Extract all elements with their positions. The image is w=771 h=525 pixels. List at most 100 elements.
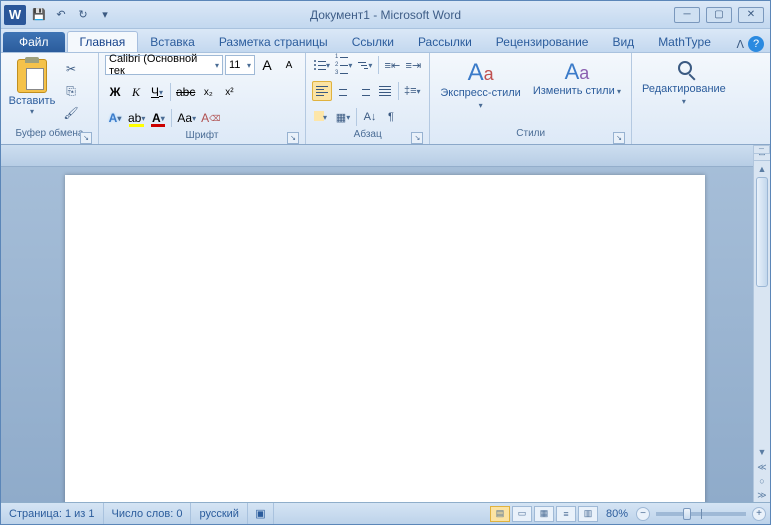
align-center-button[interactable] (333, 81, 353, 101)
group-font: Calibri (Основной тек▾ 11▾ A A Ж К Ч▾ ab… (99, 53, 306, 144)
tab-view[interactable]: Вид (600, 32, 646, 52)
increase-indent-button[interactable]: ≡⇥ (403, 55, 423, 75)
dialog-launcher-icon[interactable]: ↘ (80, 132, 92, 144)
font-name-selector[interactable]: Calibri (Основной тек▾ (105, 55, 223, 75)
print-layout-view-button[interactable]: ▤ (490, 506, 510, 522)
maximize-button[interactable]: ▢ (706, 7, 732, 23)
change-styles-button[interactable]: Aa Изменить стили ▾ (529, 55, 625, 97)
window-title: Документ1 - Microsoft Word (310, 8, 461, 22)
document-area: ─ ⊟ ▲ ▼ ≪ ○ ≫ (1, 145, 770, 502)
tab-mailings[interactable]: Рассылки (406, 32, 484, 52)
outline-view-button[interactable]: ≡ (556, 506, 576, 522)
undo-button[interactable]: ↶ (51, 5, 71, 25)
dialog-launcher-icon[interactable]: ↘ (287, 132, 299, 144)
styles-icon: Aa (468, 59, 494, 87)
chevron-down-icon: ▾ (30, 107, 34, 116)
shrink-font-button[interactable]: A (279, 55, 299, 75)
underline-button[interactable]: Ч▾ (147, 82, 167, 102)
font-size-selector[interactable]: 11▾ (225, 55, 255, 75)
macro-record-icon[interactable]: ▣ (248, 503, 274, 524)
quick-access-toolbar: 💾 ↶ ↻ ▾ (29, 5, 115, 25)
vertical-scrollbar[interactable]: ⊟ ▲ ▼ ≪ ○ ≫ (753, 145, 770, 502)
text-effects-button[interactable]: A▾ (105, 108, 125, 128)
editing-button[interactable]: Редактирование▾ (638, 55, 730, 107)
app-icon[interactable]: W (4, 5, 26, 25)
chevron-down-icon: ▾ (215, 61, 219, 70)
grow-font-button[interactable]: A (257, 55, 277, 75)
sort-button[interactable]: A↓ (360, 107, 380, 127)
change-styles-icon: Aa (565, 59, 590, 85)
tab-file[interactable]: Файл (3, 32, 65, 52)
paste-button[interactable]: Вставить ▾ (7, 55, 57, 116)
dialog-launcher-icon[interactable]: ↘ (613, 132, 625, 144)
help-icon[interactable]: ? (748, 36, 764, 52)
clear-formatting-button[interactable]: A⌫ (199, 108, 222, 128)
dialog-launcher-icon[interactable]: ↘ (411, 132, 423, 144)
copy-button[interactable]: ⎘ (61, 81, 81, 101)
tab-review[interactable]: Рецензирование (484, 32, 601, 52)
bullets-button[interactable]: ▾ (312, 55, 332, 75)
bold-button[interactable]: Ж (105, 82, 125, 102)
qat-customize-button[interactable]: ▾ (95, 5, 115, 25)
scroll-down-icon[interactable]: ▼ (754, 444, 770, 460)
chevron-down-icon: ▾ (247, 61, 251, 70)
zoom-thumb[interactable] (683, 508, 691, 520)
group-paragraph: ▾ 123▾ ▾ ≡⇤ ≡⇥ ‡≡▾ ▾ ▦▾ A↓ ¶ (306, 53, 430, 144)
document-page[interactable] (65, 175, 705, 502)
browse-object-icon[interactable]: ○ (754, 474, 770, 488)
web-layout-view-button[interactable]: ▦ (534, 506, 554, 522)
save-button[interactable]: 💾 (29, 5, 49, 25)
line-spacing-button[interactable]: ‡≡▾ (402, 81, 423, 101)
format-painter-button[interactable]: 🖌 (61, 103, 81, 123)
italic-button[interactable]: К (126, 82, 146, 102)
quick-styles-button[interactable]: Aa Экспресс-стили▾ (436, 55, 524, 111)
align-left-button[interactable] (312, 81, 332, 101)
group-label: Абзац ↘ (312, 129, 423, 144)
tab-mathtype[interactable]: MathType (646, 32, 723, 52)
scroll-up-icon[interactable]: ▲ (754, 161, 770, 177)
subscript-button[interactable]: x₂ (198, 82, 218, 102)
redo-button[interactable]: ↻ (73, 5, 93, 25)
borders-button[interactable]: ▦▾ (333, 107, 353, 127)
show-marks-button[interactable]: ¶ (381, 107, 401, 127)
group-label: Буфер обмена ↘ (7, 128, 92, 144)
superscript-button[interactable]: x² (219, 82, 239, 102)
language-status[interactable]: русский (191, 503, 247, 524)
tab-home[interactable]: Главная (67, 31, 139, 52)
font-color-button[interactable]: A▾ (148, 108, 168, 128)
word-count[interactable]: Число слов: 0 (104, 503, 192, 524)
zoom-level[interactable]: 80% (600, 508, 634, 520)
title-bar: W 💾 ↶ ↻ ▾ Документ1 - Microsoft Word ─ ▢… (1, 1, 770, 29)
page-status[interactable]: Страница: 1 из 1 (1, 503, 104, 524)
tab-insert[interactable]: Вставка (138, 32, 207, 52)
zoom-out-button[interactable]: − (636, 507, 650, 521)
fullscreen-reading-view-button[interactable]: ▭ (512, 506, 532, 522)
group-editing: Редактирование▾ (632, 53, 736, 144)
cut-button[interactable]: ✂ (61, 59, 81, 79)
prev-page-icon[interactable]: ≪ (754, 460, 770, 474)
collapse-ribbon-icon[interactable]: ᐱ (736, 38, 744, 51)
strikethrough-button[interactable]: abc (174, 82, 197, 102)
paste-icon (17, 59, 47, 93)
change-case-button[interactable]: Aa▾ (175, 108, 198, 128)
shading-button[interactable]: ▾ (312, 107, 332, 127)
tab-pagelayout[interactable]: Разметка страницы (207, 32, 340, 52)
next-page-icon[interactable]: ≫ (754, 488, 770, 502)
highlight-button[interactable]: ab▾ (126, 108, 147, 128)
multilevel-list-button[interactable]: ▾ (355, 55, 375, 75)
tab-references[interactable]: Ссылки (340, 32, 406, 52)
zoom-slider[interactable] (656, 512, 746, 516)
numbering-button[interactable]: 123▾ (333, 55, 354, 75)
group-label: Шрифт ↘ (105, 130, 299, 144)
minimize-button[interactable]: ─ (674, 7, 700, 23)
split-handle[interactable]: ─ (753, 145, 770, 154)
draft-view-button[interactable]: ▥ (578, 506, 598, 522)
ribbon: Вставить ▾ ✂ ⎘ 🖌 Буфер обмена ↘ Calibri … (1, 53, 770, 145)
justify-button[interactable] (375, 81, 395, 101)
decrease-indent-button[interactable]: ≡⇤ (382, 55, 402, 75)
group-styles: Aa Экспресс-стили▾ Aa Изменить стили ▾ С… (430, 53, 632, 144)
zoom-in-button[interactable]: + (752, 507, 766, 521)
scroll-thumb[interactable] (756, 177, 768, 287)
align-right-button[interactable] (354, 81, 374, 101)
close-button[interactable]: ✕ (738, 7, 764, 23)
